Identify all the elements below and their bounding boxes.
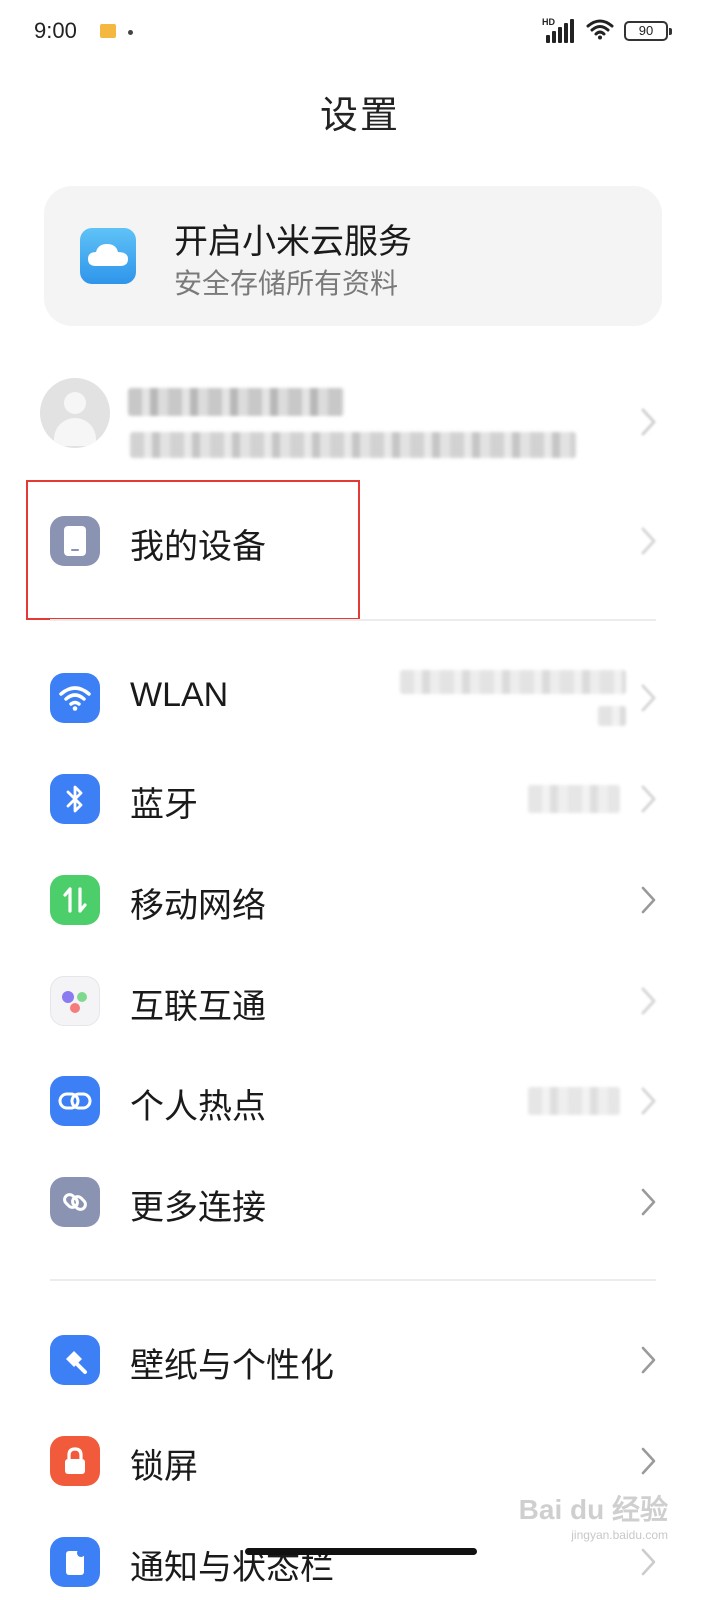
cloud-card-title: 开启小米云服务 bbox=[174, 222, 412, 262]
baidu-jingyan-watermark: Bai du 经验 jingyan.baidu.com bbox=[518, 1488, 668, 1542]
page-title: 设置 bbox=[319, 93, 400, 137]
notification-icon bbox=[100, 24, 116, 38]
wlan-network-name-redacted bbox=[400, 670, 626, 694]
hotspot-row[interactable]: 个人热点 bbox=[0, 1051, 720, 1151]
chevron-right-icon bbox=[640, 1344, 658, 1376]
notification-icon bbox=[50, 1537, 100, 1587]
network-badge: HD bbox=[542, 17, 555, 27]
more-notifications-dot-icon bbox=[128, 30, 133, 35]
cloud-card-subtitle: 安全存储所有资料 bbox=[174, 267, 399, 300]
account-row[interactable] bbox=[0, 372, 720, 472]
mobile-network-label: 移动网络 bbox=[130, 886, 266, 926]
cellular-signal-icon: HD bbox=[542, 17, 576, 43]
interconnect-label: 互联互通 bbox=[130, 987, 266, 1027]
chevron-right-icon bbox=[640, 783, 658, 815]
annotation-highlight-box bbox=[26, 480, 360, 620]
chevron-right-icon bbox=[640, 406, 658, 438]
wallpaper-row[interactable]: 壁纸与个性化 bbox=[0, 1310, 720, 1410]
chevron-right-icon bbox=[640, 1546, 658, 1578]
chevron-right-icon bbox=[640, 1445, 658, 1477]
more-connections-row[interactable]: 更多连接 bbox=[0, 1152, 720, 1252]
link-icon bbox=[50, 1177, 100, 1227]
account-desc-redacted bbox=[130, 432, 576, 458]
interconnect-icon bbox=[50, 976, 100, 1026]
chevron-right-icon bbox=[640, 884, 658, 916]
status-bar: 9:00 HD 90 bbox=[0, 0, 720, 64]
chevron-right-icon bbox=[640, 682, 658, 714]
bluetooth-label: 蓝牙 bbox=[130, 785, 198, 825]
wlan-label: WLAN bbox=[130, 676, 229, 714]
lock-icon bbox=[50, 1436, 100, 1486]
home-gesture-bar[interactable] bbox=[245, 1548, 477, 1555]
account-id-redacted bbox=[128, 388, 344, 416]
hotspot-label: 个人热点 bbox=[130, 1087, 266, 1127]
wifi-icon bbox=[50, 673, 100, 723]
cloud-service-card[interactable]: 开启小米云服务 安全存储所有资料 bbox=[44, 186, 662, 326]
status-icons: HD 90 bbox=[542, 17, 672, 44]
battery-icon: 90 bbox=[624, 21, 672, 41]
watermark-text: Bai du 经验 bbox=[518, 1494, 668, 1525]
interconnect-row[interactable]: 互联互通 bbox=[0, 951, 720, 1051]
brush-icon bbox=[50, 1335, 100, 1385]
chevron-right-icon bbox=[640, 1186, 658, 1218]
divider bbox=[50, 619, 656, 621]
watermark-url: jingyan.baidu.com bbox=[571, 1528, 668, 1542]
chevron-right-icon bbox=[640, 525, 658, 557]
hotspot-icon bbox=[50, 1076, 100, 1126]
avatar bbox=[40, 378, 110, 448]
wlan-row[interactable]: WLAN bbox=[0, 648, 720, 748]
lock-screen-label: 锁屏 bbox=[130, 1447, 198, 1487]
wlan-network-name-redacted-2 bbox=[598, 706, 626, 726]
bluetooth-status-redacted bbox=[528, 785, 620, 813]
chevron-right-icon bbox=[640, 1085, 658, 1117]
bluetooth-icon bbox=[50, 774, 100, 824]
cloud-icon bbox=[80, 228, 136, 284]
mobile-data-icon bbox=[50, 875, 100, 925]
divider bbox=[50, 1279, 656, 1281]
more-connections-label: 更多连接 bbox=[130, 1188, 266, 1228]
status-time: 9:00 bbox=[34, 18, 77, 43]
wallpaper-label: 壁纸与个性化 bbox=[130, 1346, 334, 1386]
wifi-icon bbox=[586, 18, 614, 44]
mobile-network-row[interactable]: 移动网络 bbox=[0, 850, 720, 950]
hotspot-status-redacted bbox=[528, 1087, 620, 1115]
chevron-right-icon bbox=[640, 985, 658, 1017]
bluetooth-row[interactable]: 蓝牙 bbox=[0, 749, 720, 849]
